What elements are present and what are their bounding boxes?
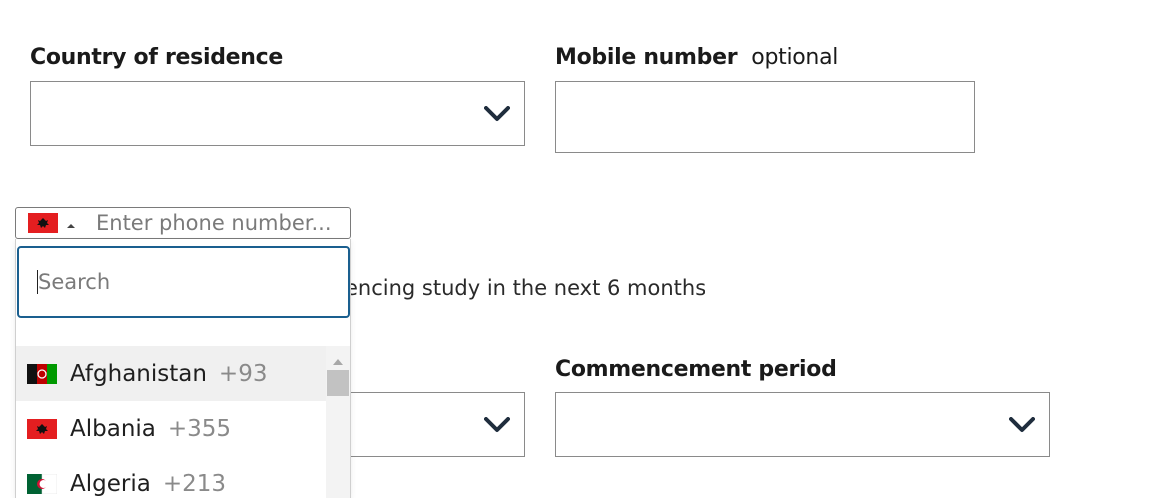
caret-up-icon [66,216,76,228]
mobile-number-label-text: Mobile number [555,45,738,70]
chevron-down-icon [484,105,510,122]
chevron-down-icon [484,416,510,433]
commencement-question-text: encing study in the next 6 months [345,276,705,300]
country-dropdown: Afghanistan +93 Albania +355 [15,239,351,498]
algeria-flag-icon [27,473,57,494]
scrollbar-thumb[interactable] [327,370,349,396]
country-name: Albania [70,415,156,442]
country-option-afghanistan[interactable]: Afghanistan +93 [16,346,326,401]
phone-number-input[interactable] [96,210,336,236]
country-option-albania[interactable]: Albania +355 [16,401,326,456]
scroll-up-arrow-icon[interactable] [332,352,344,365]
country-code-selector[interactable] [28,212,88,234]
country-search-input[interactable] [17,246,350,318]
country-dial-code: +93 [218,360,268,387]
country-dial-code: +213 [162,470,226,497]
commencement-period-label: Commencement period [555,357,837,382]
mobile-number-field[interactable] [555,81,975,153]
albania-flag-icon [27,418,57,439]
afghanistan-flag-icon [27,363,57,384]
phone-input-group [15,207,351,239]
country-search-wrapper [16,246,350,318]
country-list-scrollbar[interactable] [326,346,350,498]
country-dial-code: +355 [167,415,232,442]
country-list: Afghanistan +93 Albania +355 Algeria +21… [16,346,326,498]
country-name: Afghanistan [70,360,207,387]
country-of-residence-label: Country of residence [30,45,283,70]
commencement-period-select[interactable] [555,392,1050,457]
albania-flag-icon [28,213,58,233]
chevron-down-icon [1009,416,1035,433]
text-cursor [37,270,38,294]
optional-text: optional [751,45,839,70]
country-of-residence-select[interactable] [30,81,525,146]
country-option-algeria[interactable]: Algeria +213 [16,456,326,498]
mobile-number-label: Mobile number optional [555,44,838,72]
country-name: Algeria [70,470,151,497]
